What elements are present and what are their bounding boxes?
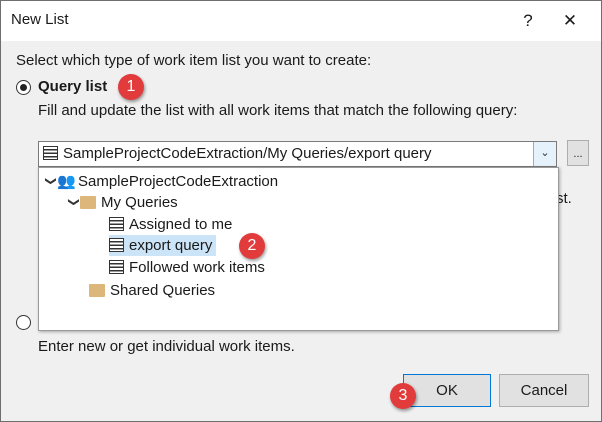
intro-label: Select which type of work item list you … [16, 52, 372, 69]
ok-button[interactable]: OK [403, 374, 491, 407]
tree-item-label: export query [129, 237, 213, 254]
tree-item-shared-queries[interactable]: Shared Queries [89, 280, 219, 301]
input-list-radio[interactable] [16, 315, 31, 330]
close-button[interactable]: ✕ [555, 7, 585, 35]
query-list-description: Fill and update the list with all work i… [38, 102, 518, 119]
query-list-label[interactable]: Query list [38, 78, 107, 95]
chevron-down-icon[interactable]: ⌄ [533, 142, 556, 166]
title-bar: New List ? ✕ [1, 1, 601, 41]
cancel-button[interactable]: Cancel [499, 374, 589, 407]
chevron-down-icon[interactable]: ❯ [40, 177, 61, 191]
tree-item-label: Followed work items [129, 259, 265, 276]
new-list-dialog: New List ? ✕ Select which type of work i… [0, 0, 602, 422]
query-list-icon [109, 217, 124, 231]
tree-item-query[interactable]: Assigned to me [109, 214, 236, 235]
tree-item-label: Shared Queries [110, 282, 216, 299]
help-button[interactable]: ? [513, 7, 543, 35]
tree-item-label: My Queries [101, 194, 178, 211]
query-list-icon [109, 260, 124, 274]
input-list-description: Enter new or get individual work items. [38, 338, 295, 355]
chevron-down-icon[interactable]: ❯ [63, 198, 84, 212]
dialog-title: New List [11, 11, 69, 28]
query-tree-icon [109, 238, 124, 252]
step-badge-1: 1 [118, 74, 144, 100]
step-badge-3: 3 [390, 383, 416, 409]
query-combo[interactable]: SampleProjectCodeExtraction/My Queries/e… [38, 141, 557, 167]
step-badge-2: 2 [239, 233, 265, 259]
tree-item-label: SampleProjectCodeExtraction [78, 173, 279, 190]
tree-item-query-selected[interactable]: export query [109, 235, 217, 256]
tree-item-my-queries[interactable]: ❯ My Queries [66, 192, 182, 213]
query-icon [43, 146, 58, 160]
query-combo-value: SampleProjectCodeExtraction/My Queries/e… [63, 145, 432, 162]
tree-item-query[interactable]: Followed work items [109, 257, 269, 278]
query-tree-dropdown: ❯👥 SampleProjectCodeExtraction ❯ My Querie… [38, 167, 559, 331]
query-list-radio[interactable] [16, 80, 31, 95]
tree-item-project[interactable]: ❯👥 SampleProjectCodeExtraction [43, 171, 282, 192]
browse-button[interactable]: ... [567, 140, 589, 166]
folder-icon [89, 284, 105, 297]
tree-item-label: Assigned to me [129, 216, 233, 233]
